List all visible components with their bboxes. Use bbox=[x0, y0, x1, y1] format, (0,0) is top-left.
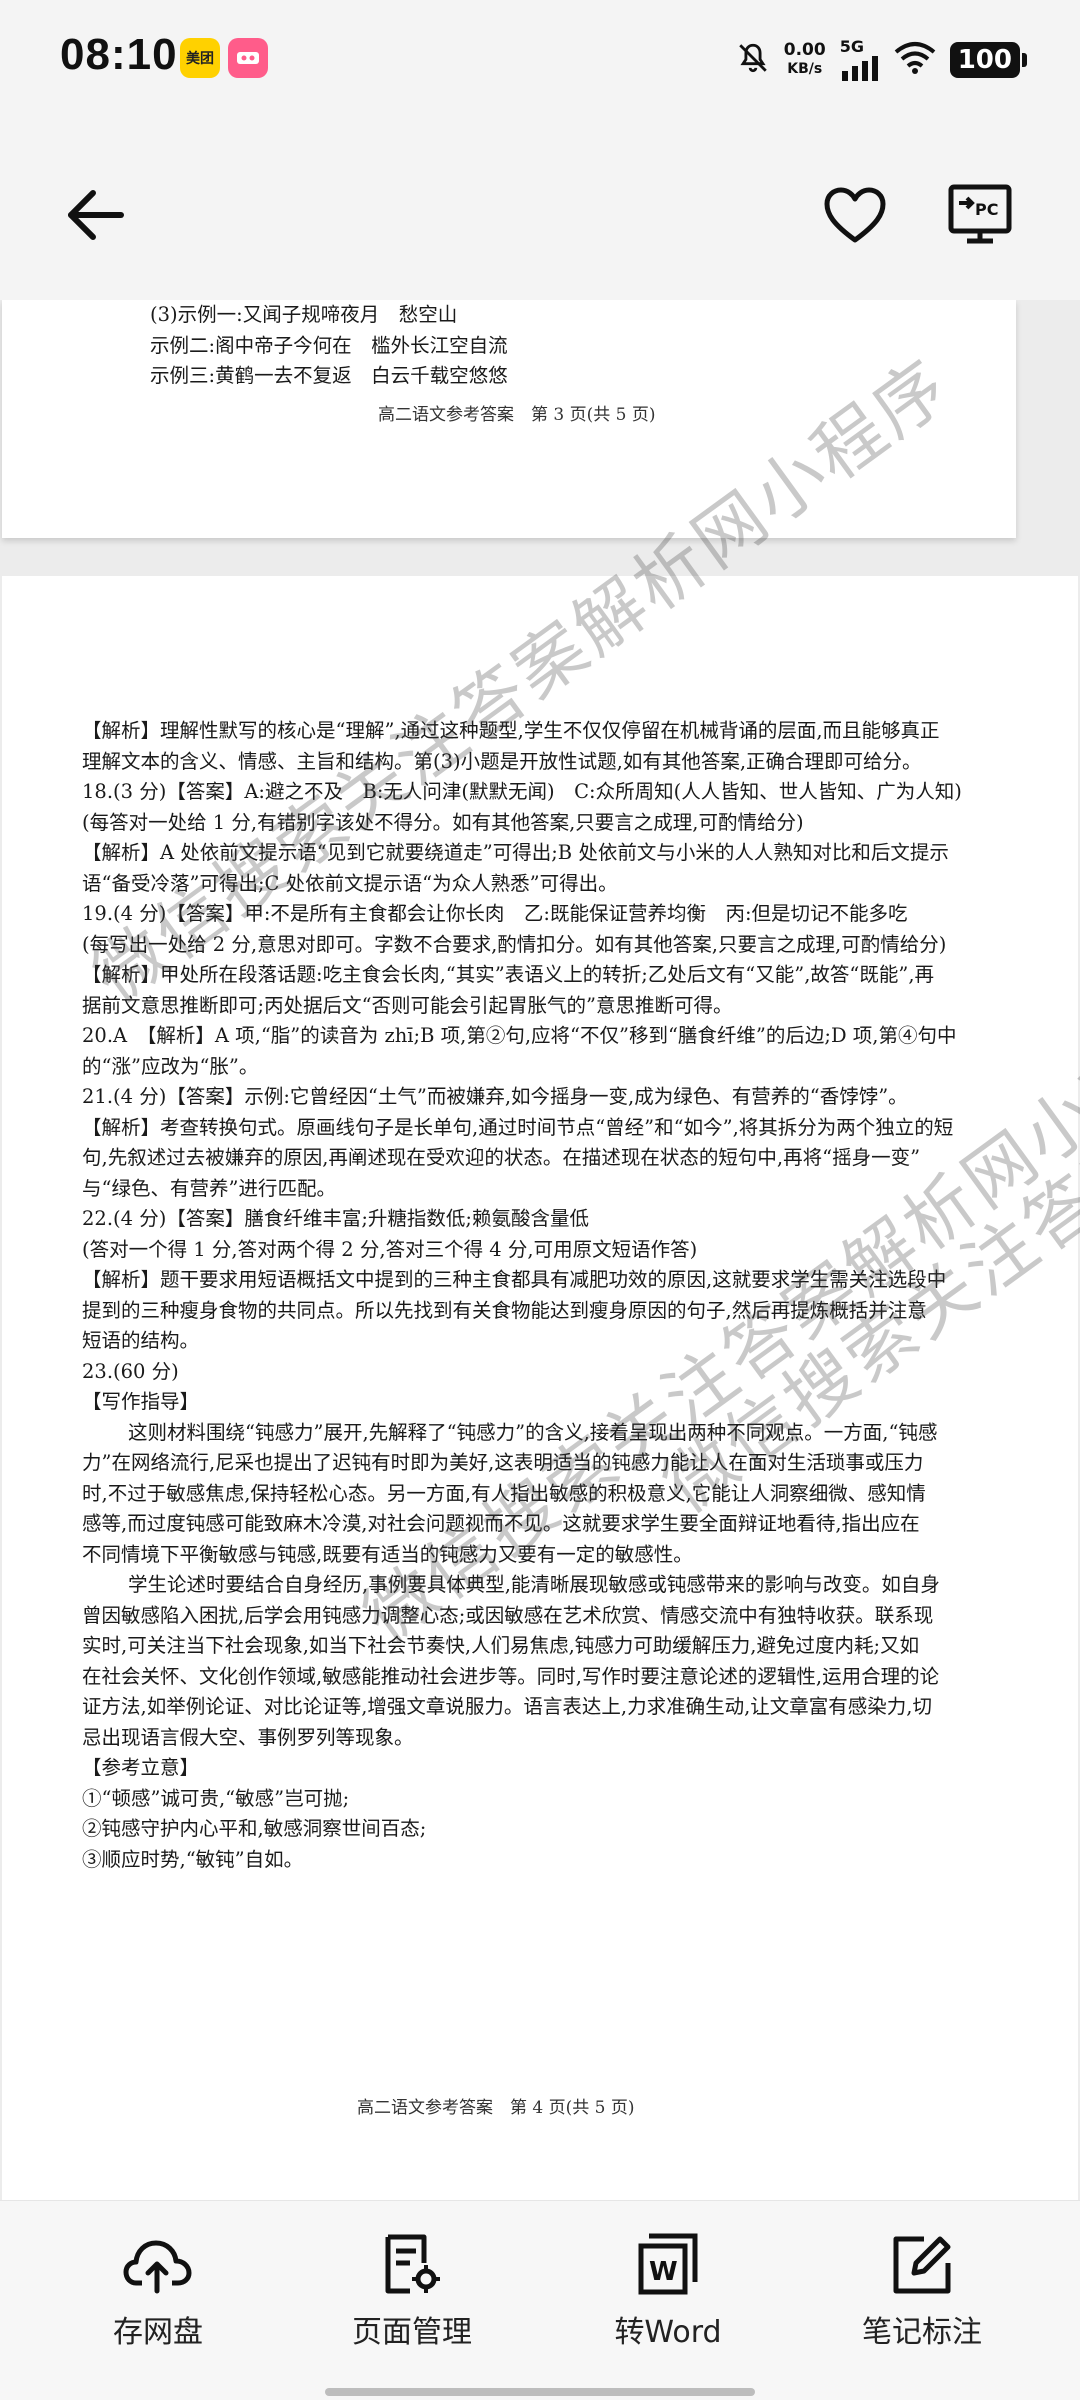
text-line: ②钝感守护内心平和,敏感洞察世间百态; bbox=[82, 1817, 427, 1840]
notification-app-icon bbox=[228, 38, 268, 78]
word-icon-letter: W bbox=[649, 2257, 678, 2287]
text-line: 短语的结构。 bbox=[82, 1329, 200, 1352]
save-to-cloud-button[interactable]: 存网盘 bbox=[58, 2229, 258, 2369]
text-line: (3)示例一:又闻子规啼夜月 愁空山 bbox=[150, 303, 458, 326]
text-line: 示例二:阁中帝子今何在 槛外长江空自流 bbox=[150, 333, 508, 357]
text-line: ①“顿感”诚可贵,“敏感”岂可抛; bbox=[82, 1786, 350, 1810]
text-line: 这则材料围绕“钝感力”展开,先解释了“钝感力”的含义,接着呈现出两种不同观点。一… bbox=[128, 1420, 938, 1444]
text-line: 【解析】理解性默写的核心是“理解”,通过这种题型,学生不仅仅停留在机械背诵的层面… bbox=[82, 719, 940, 742]
favorite-button[interactable] bbox=[810, 170, 900, 260]
text-line: 力”在网络流行,尼采也提出了迟钝有时即为美好,这表明适当的钝感力能让人在面对生活… bbox=[82, 1451, 924, 1474]
page-manage-label: 页面管理 bbox=[352, 2315, 472, 2350]
text-line: 21.(4 分)【答案】示例:它曾经因“土气”而被嫌弃,如今摇身一变,成为绿色、… bbox=[82, 1085, 908, 1108]
text-line: 证方法,如举例论证、对比论证等,增强文章说服力。语言表达上,力求准确生动,让文章… bbox=[82, 1695, 932, 1718]
cell-signal-icon bbox=[841, 56, 878, 81]
status-indicators: 0.00 KB/s 5G 100 bbox=[736, 36, 1028, 84]
page-3-footer: 高二语文参考答案 第 3 页(共 5 页) bbox=[378, 405, 656, 425]
text-line: (每答对一处给 1 分,有错别字该处不得分。如有其他答案,只要言之成理,可酌情给… bbox=[82, 810, 804, 834]
convert-word-button[interactable]: W 转Word bbox=[568, 2229, 768, 2369]
notes-button[interactable]: 笔记标注 bbox=[822, 2229, 1022, 2369]
text-line: 实时,可关注当下社会现象,如当下社会节奏快,人们易焦虑,钝感力可助缓解压力,避免… bbox=[82, 1634, 920, 1657]
pc-label: PC bbox=[975, 200, 998, 219]
heart-icon bbox=[824, 187, 886, 243]
convert-word-label: 转Word bbox=[614, 2315, 722, 2350]
save-to-cloud-label: 存网盘 bbox=[113, 2315, 203, 2350]
text-line: 句,先叙述过去被嫌弃的原因,再阐述现在受欢迎的状态。在描述现在状态的短句中,再将… bbox=[82, 1146, 921, 1169]
text-line: 学生论述时要结合自身经历,事例要具体典型,能清晰展现敏感或钝感带来的影响与改变。… bbox=[128, 1573, 940, 1596]
network-type: 5G bbox=[839, 37, 864, 56]
text-line: 理解文本的含义、情感、主旨和结构。第(3)小题是开放性试题,如有其他答案,正确合… bbox=[82, 749, 922, 773]
text-line: 22.(4 分)【答案】膳食纤维丰富;升糖指数低;赖氨酸含量低 bbox=[82, 1207, 589, 1230]
notes-label: 笔记标注 bbox=[862, 2315, 982, 2350]
text-line: ③顺应时势,“敏钝”自如。 bbox=[82, 1847, 304, 1871]
net-speed-value: 0.00 bbox=[783, 40, 826, 60]
page-4-footer: 高二语文参考答案 第 4 页(共 5 页) bbox=[357, 2098, 635, 2118]
document-page-3: (3)示例一:又闻子规啼夜月 愁空山示例二:阁中帝子今何在 槛外长江空自流 示例三… bbox=[2, 300, 1016, 538]
text-line: 23.(60 分) bbox=[82, 1359, 179, 1383]
wifi-icon bbox=[894, 41, 936, 79]
text-line: (每写出一处给 2 分,意思对即可。字数不合要求,酌情扣分。如有其他答案,只要言… bbox=[82, 932, 947, 956]
text-line: 提到的三种瘦身食物的共同点。所以先找到有关食物能达到瘦身原因的句子,然后再提炼概… bbox=[82, 1298, 927, 1322]
home-indicator[interactable] bbox=[325, 2388, 755, 2396]
text-line: 18.(3 分)【答案】A:避之不及 B:无人问津(默默无闻) C:众所周知(人… bbox=[82, 780, 962, 803]
page-3-text: (3)示例一:又闻子规啼夜月 愁空山示例二:阁中帝子今何在 槛外长江空自流 示例三… bbox=[150, 300, 508, 392]
cloud-upload-icon bbox=[122, 2229, 194, 2301]
text-line: 【解析】题干要求用短语概括文中提到的三种主食都具有减肥功效的原因,这就要求学生需… bbox=[82, 1268, 947, 1291]
document-viewer[interactable]: (3)示例一:又闻子规啼夜月 愁空山示例二:阁中帝子今何在 槛外长江空自流 示例三… bbox=[0, 300, 1080, 2200]
text-line: 的“涨”应改为“胀”。 bbox=[82, 1054, 259, 1078]
arrow-left-icon bbox=[68, 190, 124, 240]
text-line: 【写作指导】 bbox=[82, 1390, 200, 1413]
mute-bell-icon bbox=[736, 41, 770, 79]
document-page-4: 【解析】理解性默写的核心是“理解”,通过这种题型,学生不仅仅停留在机械背诵的层面… bbox=[2, 576, 1078, 2200]
status-time: 08:10 bbox=[60, 30, 178, 79]
text-line: 【参考立意】 bbox=[82, 1756, 200, 1779]
text-line: 19.(4 分)【答案】甲:不是所有主食都会让你长肉 乙:既能保证营养均衡 丙:… bbox=[82, 902, 908, 925]
text-line: 【解析】考查转换句式。原画线句子是长单句,通过时间节点“曾经”和“如今”,将其拆… bbox=[82, 1115, 954, 1139]
battery-indicator: 100 bbox=[949, 42, 1028, 78]
back-button[interactable] bbox=[50, 170, 140, 260]
text-line: 与“绿色、有营养”进行匹配。 bbox=[82, 1176, 336, 1200]
text-line: (答对一个得 1 分,答对两个得 2 分,答对三个得 4 分,可用原文短语作答) bbox=[82, 1237, 698, 1261]
edit-note-icon bbox=[886, 2229, 958, 2301]
pc-transfer-icon: PC bbox=[948, 184, 1012, 244]
text-line: 20.A 【解析】A 项,“脂”的读音为 zhī;B 项,第②句,应将“不仅”移… bbox=[82, 1024, 957, 1047]
meituan-app-icon: 美团 bbox=[180, 38, 220, 78]
text-line: 不同情境下平衡敏感与钝感,既要有适当的钝感力又要有一定的敏感性。 bbox=[82, 1542, 693, 1566]
text-line: 曾因敏感陷入困扰,后学会用钝感力调整心态;或因敏感在艺术欣赏、情感交流中有独特收… bbox=[82, 1603, 934, 1627]
text-line: 感等,而过度钝感可能致麻木冷漠,对社会问题视而不见。这就要求学生要全面辩证地看待… bbox=[82, 1512, 920, 1535]
text-line: 【解析】甲处所在段落话题:吃主食会长肉,“其实”表语义上的转折;乙处后文有“又能… bbox=[82, 963, 935, 986]
status-bar: 08:10 美团 0.00 KB/s 5G 100 bbox=[0, 0, 1080, 120]
text-line: 时,不过于敏感焦虑,保持轻松心态。另一方面,有人指出敏感的积极意义,它能让人洞察… bbox=[82, 1481, 926, 1505]
send-to-pc-button[interactable]: PC bbox=[935, 170, 1025, 260]
net-speed: 0.00 KB/s bbox=[784, 41, 826, 79]
text-line: 在社会关怀、文化创作领域,敏感能推动社会进步等。同时,写作时要注意论述的逻辑性,… bbox=[82, 1664, 940, 1688]
page-settings-icon bbox=[376, 2229, 448, 2301]
text-line: 忌出现语言假大空、事例罗列等现象。 bbox=[82, 1725, 414, 1749]
text-line: 语“备受冷落”可得出;C 处依前文提示语“为众人熟悉”可得出。 bbox=[82, 871, 618, 895]
bottom-toolbar: 存网盘 页面管理 W 转Word 笔记标注 bbox=[0, 2200, 1080, 2400]
app-bar: PC bbox=[0, 120, 1080, 300]
text-line: 据前文意思推断即可;丙处据后文“否则可能会引起胃胀气的”意思推断可得。 bbox=[82, 993, 733, 1017]
page-4-text: 【解析】理解性默写的核心是“理解”,通过这种题型,学生不仅仅停留在机械背诵的层面… bbox=[82, 716, 1002, 1875]
word-convert-icon: W bbox=[632, 2229, 704, 2301]
cell-signal: 5G bbox=[840, 39, 880, 81]
page-manage-button[interactable]: 页面管理 bbox=[312, 2229, 512, 2369]
net-speed-unit: KB/s bbox=[787, 61, 823, 77]
text-line: 【解析】A 处依前文提示语“见到它就要绕道走”可得出;B 处依前文与小米的人人熟… bbox=[82, 841, 949, 864]
text-line: 示例三:黄鹤一去不复返 白云千载空悠悠 bbox=[150, 364, 508, 387]
